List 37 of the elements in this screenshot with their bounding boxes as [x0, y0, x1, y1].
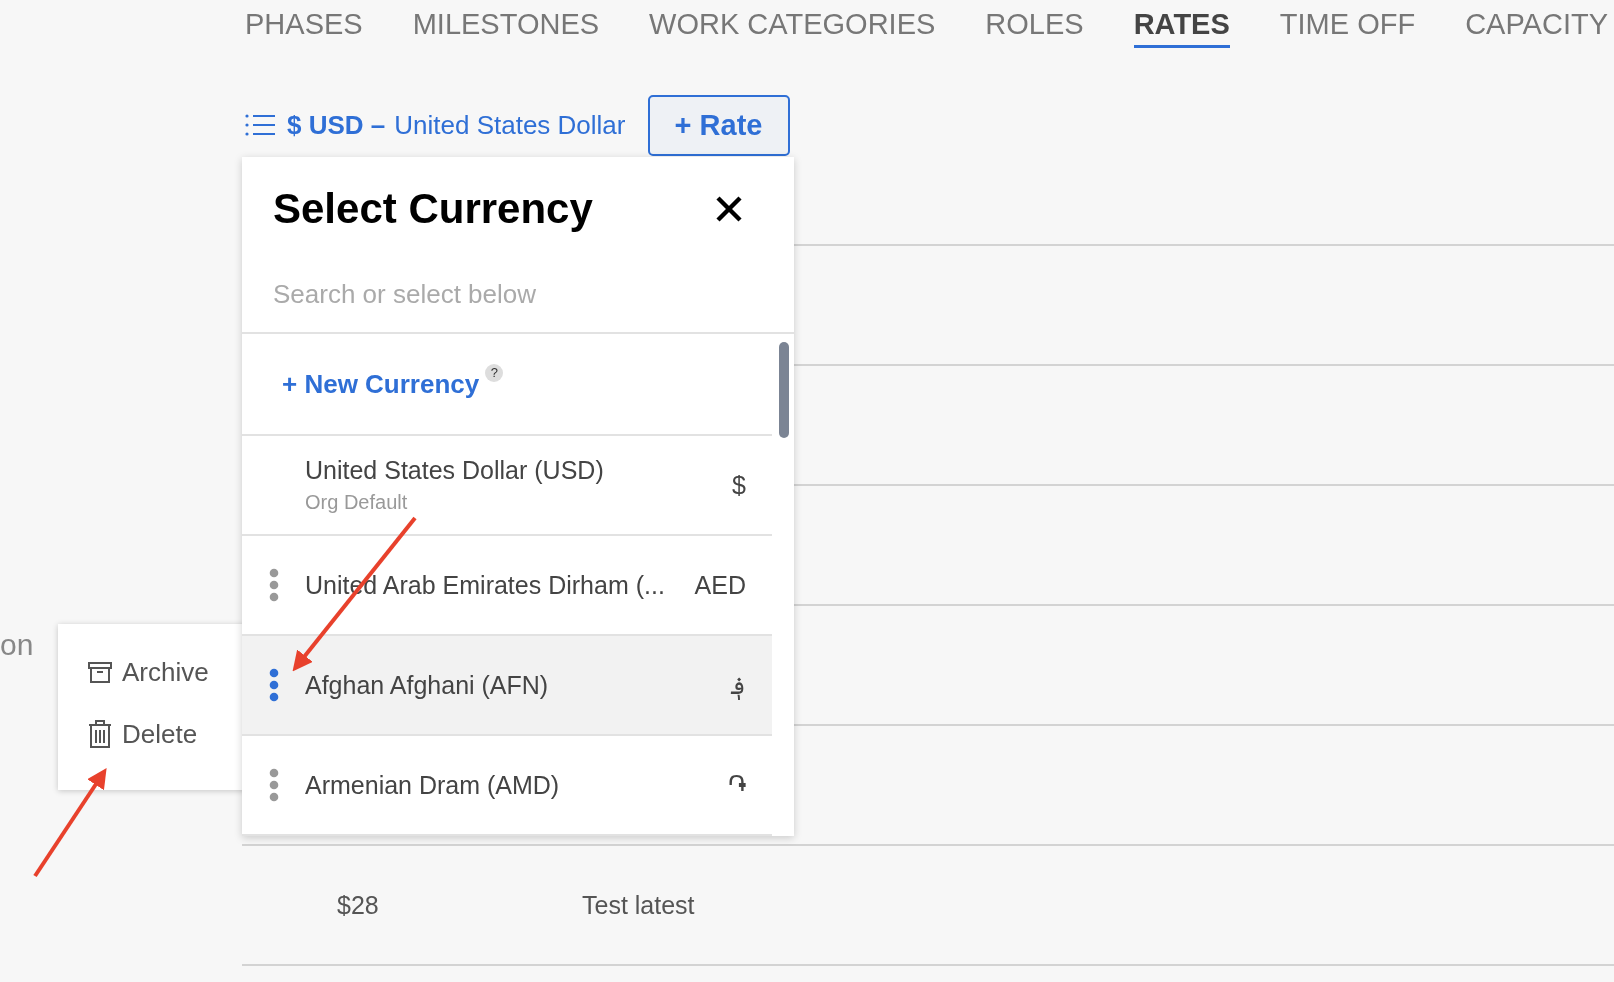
currency-note: Org Default	[305, 491, 409, 514]
menu-item[interactable]: Delete	[88, 710, 228, 758]
more-icon[interactable]	[268, 668, 279, 702]
currency-name: United States Dollar (USD)	[305, 456, 605, 485]
more-icon[interactable]	[268, 768, 279, 802]
currency-symbol: ֏	[728, 770, 746, 800]
currency-name: Afghan Afghani (AFN)	[305, 670, 550, 700]
trash-icon	[88, 720, 112, 748]
tab[interactable]: ROLES	[985, 8, 1084, 48]
scrollbar-thumb[interactable]	[779, 342, 789, 438]
archive-box-icon	[88, 660, 112, 684]
tab[interactable]: TIME OFF	[1279, 8, 1416, 48]
row-label: on	[0, 628, 34, 662]
tab[interactable]: RATES	[1133, 8, 1230, 48]
list-icon[interactable]	[245, 113, 275, 137]
currency-option[interactable]: Armenian Dram (AMD) ֏	[242, 736, 772, 836]
description-cell: Test latest	[582, 890, 695, 920]
rate-cell-text: $28	[336, 890, 380, 920]
tab[interactable]: MILESTONES	[412, 8, 600, 48]
currency-option[interactable]: Afghan Afghani (AFN) ؋	[242, 636, 772, 736]
more-icon[interactable]	[268, 568, 279, 602]
popup-title: Select Currency	[273, 185, 593, 233]
menu-item[interactable]: Archive	[88, 648, 228, 696]
tab[interactable]: WORK CATEGORIES	[649, 8, 936, 48]
close-icon[interactable]	[716, 196, 742, 222]
currency-name: Armenian Dram (AMD)	[305, 770, 561, 800]
currency-option[interactable]: United States Dollar (USD) Org Default $	[242, 436, 772, 536]
tab[interactable]: PHASES	[245, 8, 363, 48]
currency-symbol: AED	[694, 570, 746, 600]
help-badge[interactable]: ?	[485, 364, 504, 382]
currency-symbol: $	[732, 470, 746, 500]
new-currency-link[interactable]: + New Currency	[282, 368, 480, 400]
currency-symbol: ؋	[731, 670, 746, 700]
currency-code[interactable]: $ USD –	[287, 109, 386, 141]
add-rate-button[interactable]: + Rate	[647, 94, 790, 156]
tab[interactable]: CAPACITY	[1465, 8, 1609, 48]
currency-name[interactable]: United States Dollar	[394, 109, 626, 141]
